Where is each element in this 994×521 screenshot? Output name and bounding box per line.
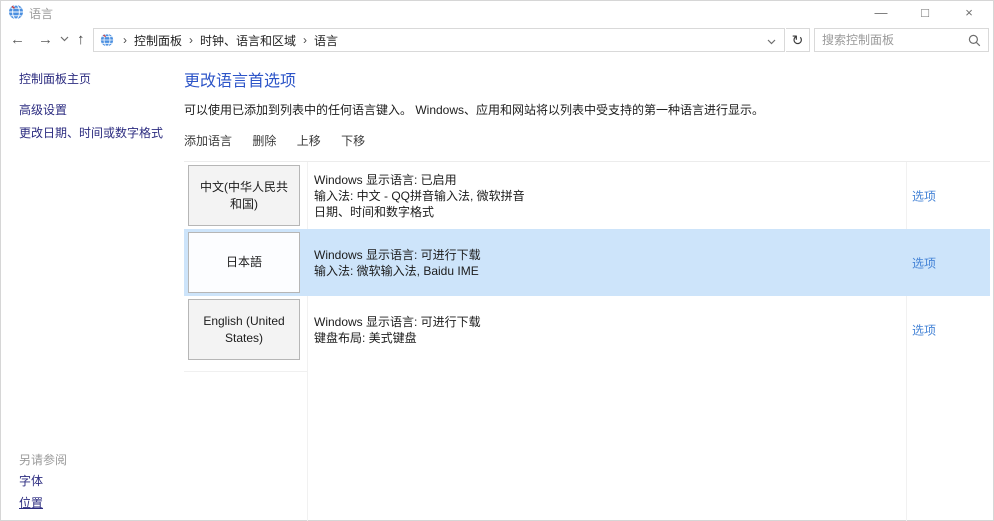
breadcrumb-separator: ›	[189, 33, 193, 47]
language-list-toolbar: 添加语言 删除 上移 下移	[184, 132, 382, 149]
language-details: Windows 显示语言: 已启用输入法: 中文 - QQ拼音输入法, 微软拼音…	[314, 172, 525, 220]
sidebar-item-change-date-time-formats[interactable]: 更改日期、时间或数字格式	[19, 124, 163, 141]
refresh-button[interactable]: ↻	[786, 28, 810, 52]
language-globe-icon	[8, 4, 24, 20]
remove-language-button[interactable]: 删除	[252, 132, 276, 149]
address-bar[interactable]: › 控制面板 › 时钟、语言和区域 › 语言	[93, 28, 785, 52]
search-box	[814, 28, 989, 52]
page-title: 更改语言首选项	[184, 67, 296, 91]
breadcrumb-item-clock-language-region[interactable]: 时钟、语言和区域	[200, 32, 296, 49]
breadcrumb-page-icon	[100, 33, 114, 47]
search-input[interactable]	[815, 29, 970, 51]
language-details: Windows 显示语言: 可进行下载键盘布局: 美式键盘	[314, 314, 481, 346]
navigation-bar: ← → ↑ › 控制面板 › 时钟、语言和区域 › 语言 ↻	[1, 23, 993, 57]
language-tile[interactable]: 中文(中华人民共和国)	[188, 165, 300, 226]
breadcrumb-separator: ›	[303, 33, 307, 47]
language-list: 中文(中华人民共和国) Windows 显示语言: 已启用输入法: 中文 - Q…	[184, 161, 990, 521]
breadcrumb-separator: ›	[123, 33, 127, 47]
breadcrumb-item-language[interactable]: 语言	[314, 32, 338, 49]
title-bar: 语言 — □ ×	[1, 1, 993, 23]
sidebar-item-advanced-settings[interactable]: 高级设置	[19, 101, 67, 118]
forward-button[interactable]: →	[38, 29, 53, 51]
language-detail-line: 输入法: 中文 - QQ拼音输入法, 微软拼音	[314, 188, 525, 204]
list-row-divider	[184, 371, 307, 372]
language-row[interactable]: 中文(中华人民共和国) Windows 显示语言: 已启用输入法: 中文 - Q…	[184, 162, 990, 229]
language-detail-line: Windows 显示语言: 可进行下载	[314, 247, 481, 263]
language-detail-line: 输入法: 微软输入法, Baidu IME	[314, 263, 481, 279]
language-options-link[interactable]: 选项	[912, 187, 936, 204]
move-up-button[interactable]: 上移	[297, 132, 321, 149]
language-row[interactable]: 日本語 Windows 显示语言: 可进行下载输入法: 微软输入法, Baidu…	[184, 229, 990, 296]
language-control-panel-window: { "colors": { "heading_blue": "#2d55c8",…	[0, 0, 994, 521]
language-tile[interactable]: English (United States)	[188, 299, 300, 360]
sidebar-item-control-panel-home[interactable]: 控制面板主页	[19, 70, 91, 87]
minimize-button[interactable]: —	[859, 1, 903, 23]
back-button[interactable]: ←	[10, 29, 25, 51]
recent-pages-dropdown-icon[interactable]	[60, 36, 69, 42]
sidebar-item-location[interactable]: 位置	[19, 494, 43, 511]
sidebar-item-fonts[interactable]: 字体	[19, 472, 43, 489]
address-dropdown-icon[interactable]	[767, 39, 776, 45]
language-detail-line: 键盘布局: 美式键盘	[314, 330, 481, 346]
language-tile[interactable]: 日本語	[188, 232, 300, 293]
language-details: Windows 显示语言: 可进行下载输入法: 微软输入法, Baidu IME	[314, 247, 481, 279]
language-options-link[interactable]: 选项	[912, 254, 936, 271]
add-language-button[interactable]: 添加语言	[184, 132, 232, 149]
language-options-link[interactable]: 选项	[912, 321, 936, 338]
move-down-button[interactable]: 下移	[341, 132, 365, 149]
close-button[interactable]: ×	[947, 1, 991, 23]
page-description: 可以使用已添加到列表中的任何语言键入。 Windows、应用和网站将以列表中受支…	[184, 101, 764, 118]
search-icon[interactable]	[968, 34, 981, 47]
up-button[interactable]: ↑	[77, 29, 85, 51]
maximize-button[interactable]: □	[903, 1, 947, 23]
window-title: 语言	[29, 5, 53, 22]
breadcrumb-item-control-panel[interactable]: 控制面板	[134, 32, 182, 49]
language-detail-line: Windows 显示语言: 可进行下载	[314, 314, 481, 330]
language-row[interactable]: English (United States) Windows 显示语言: 可进…	[184, 296, 990, 363]
see-also-header: 另请参阅	[19, 451, 67, 468]
window-controls: — □ ×	[859, 1, 991, 23]
language-detail-line: 日期、时间和数字格式	[314, 204, 525, 220]
language-detail-line: Windows 显示语言: 已启用	[314, 172, 525, 188]
